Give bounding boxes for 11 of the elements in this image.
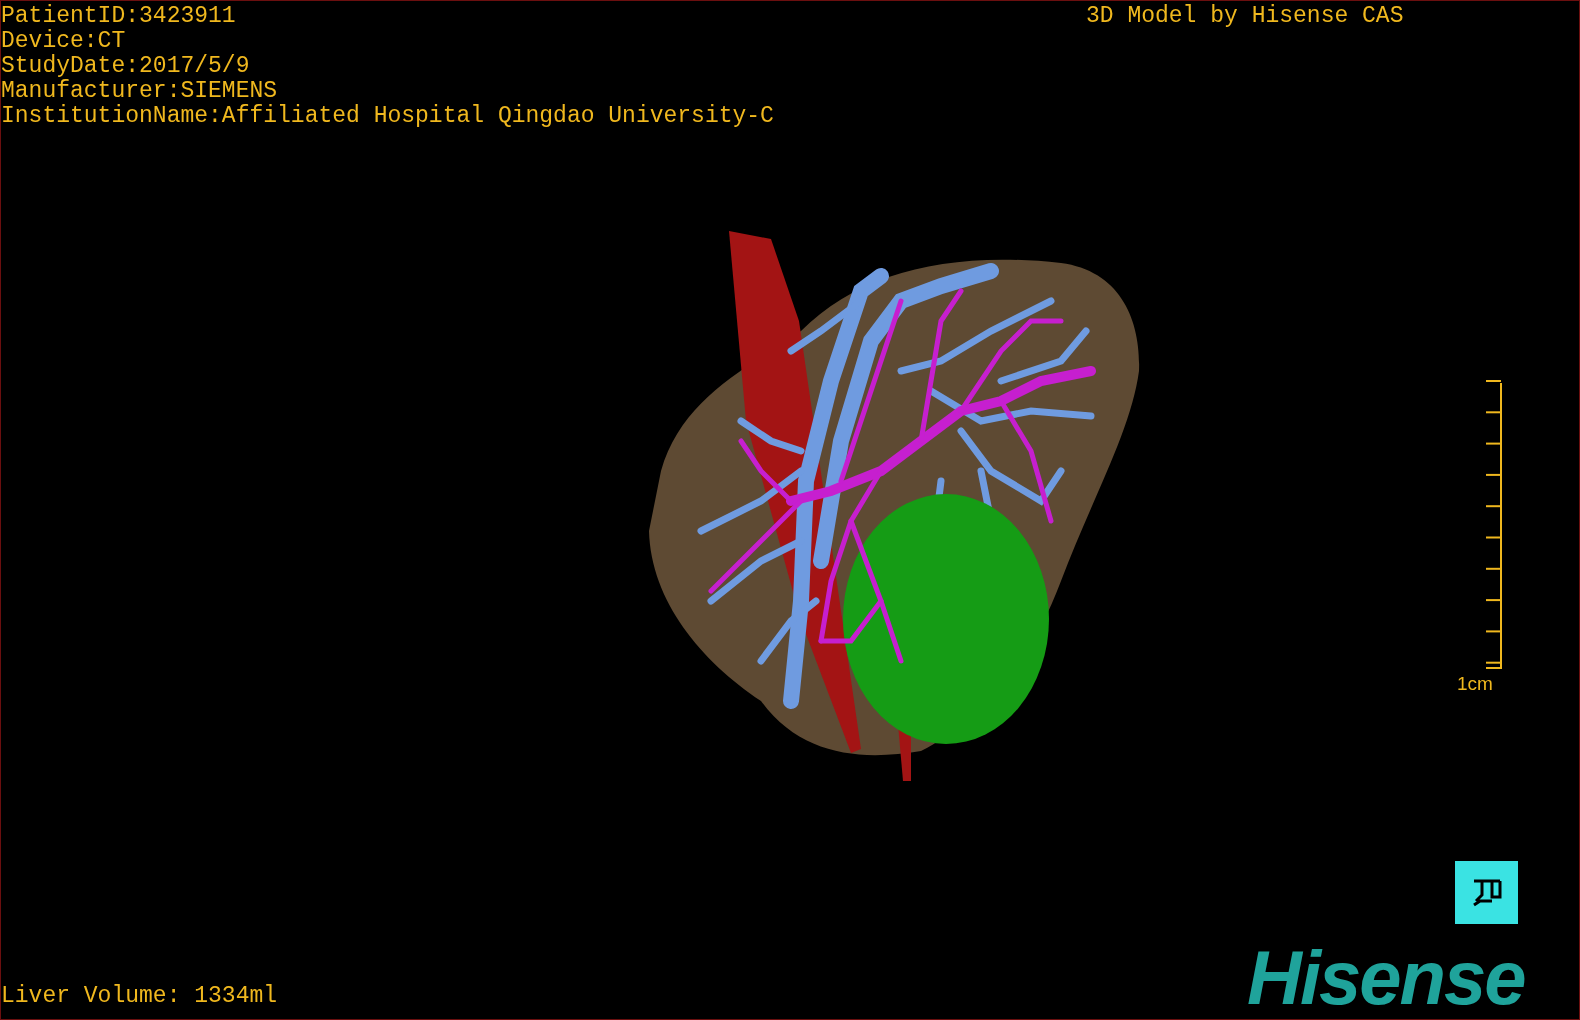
scale-bar-label: 1cm <box>1457 673 1493 695</box>
view-toggle-button[interactable] <box>1455 861 1518 924</box>
brand-logo: Hisense <box>1247 939 1525 1017</box>
patient-info-text: Manufacturer:SIEMENS <box>1 79 278 104</box>
patient-info-text: StudyDate:2017/5/9 <box>1 54 250 79</box>
patient-info-text: InstitutionName:Affiliated Hospital Qingdao University-C <box>1 104 774 129</box>
liver-volume-text: Liver Volume: 1334ml <box>1 984 278 1009</box>
scale-bar-icon <box>1485 380 1502 670</box>
patient-info-text: PatientID:3423911 <box>1 4 236 29</box>
patient-info-text: Device:CT <box>1 29 126 54</box>
model-credit-text: 3D Model by Hisense CAS <box>1086 4 1404 29</box>
